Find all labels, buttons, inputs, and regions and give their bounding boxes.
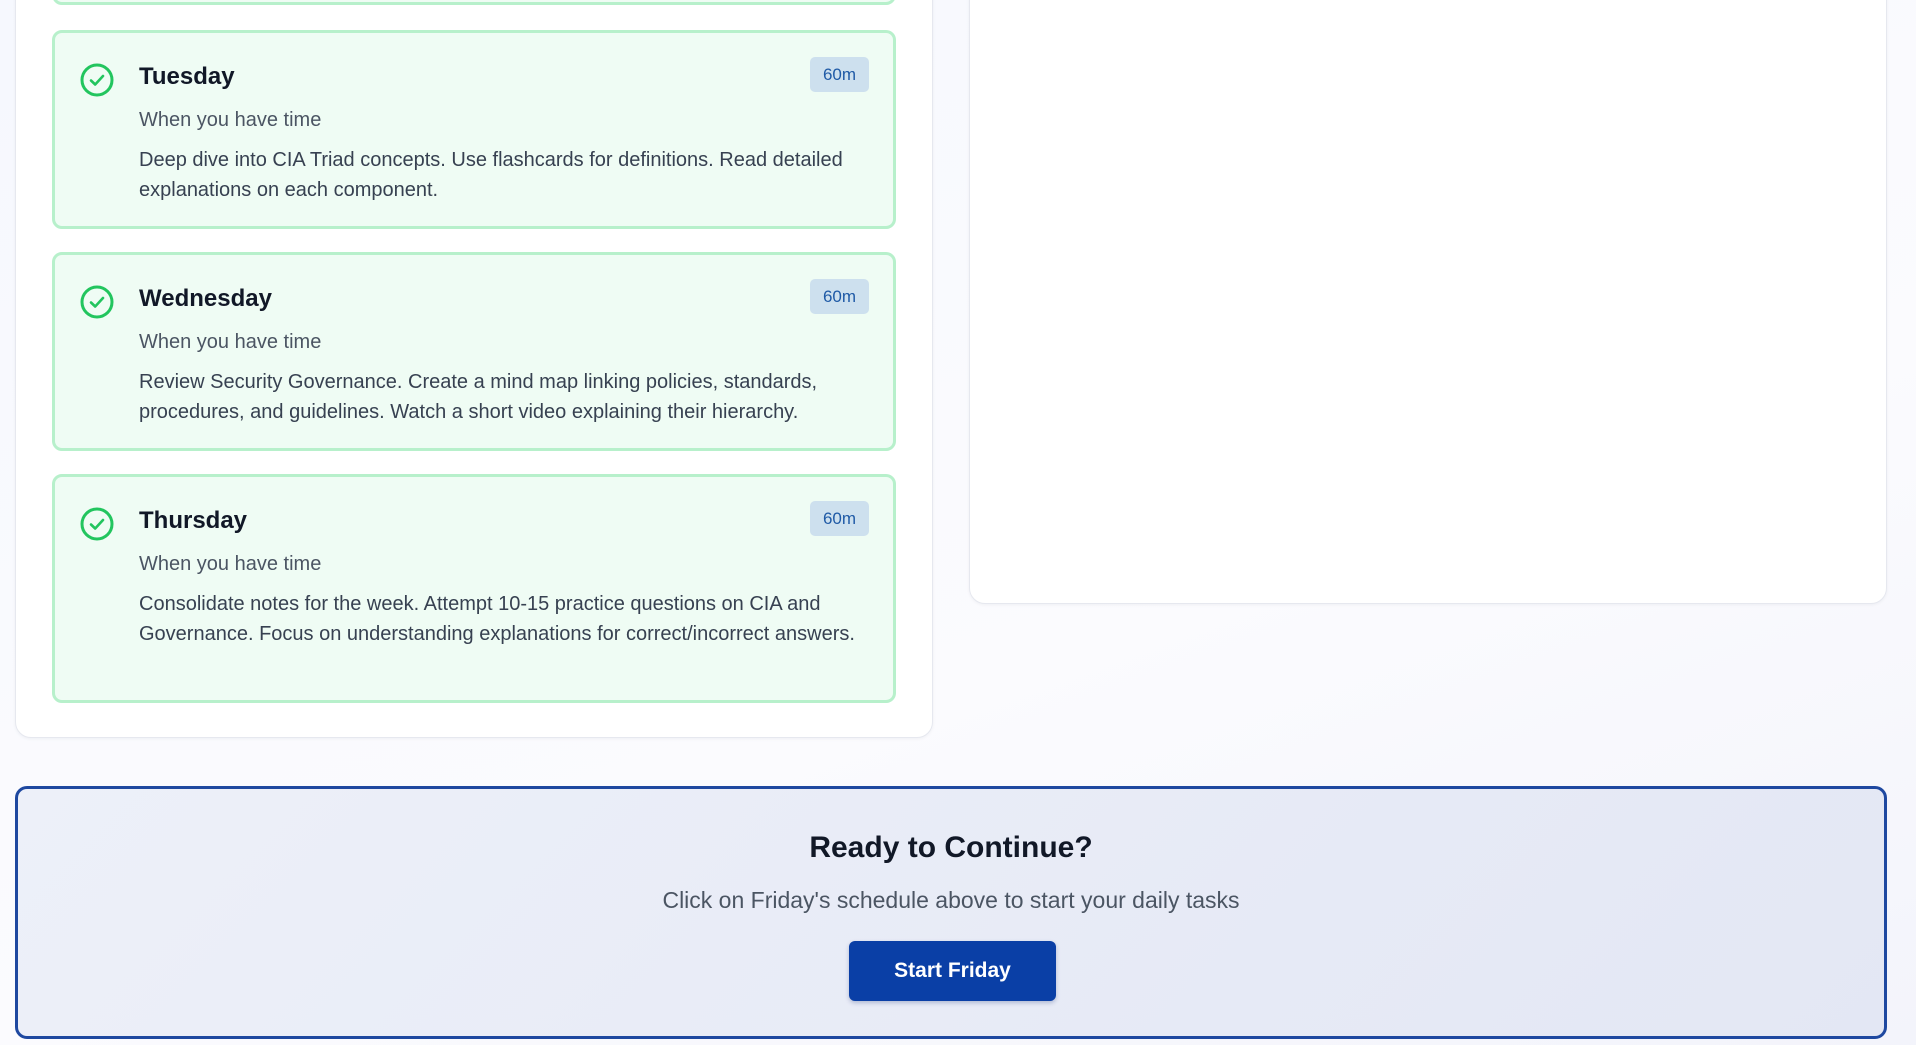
cta-text: Click on Friday's schedule above to star… [662,887,1240,913]
day-card-thursday[interactable]: Thursday 60m When you have time Consolid… [52,474,896,703]
day-description: Consolidate notes for the week. Attempt … [139,593,855,645]
day-title: Wednesday [139,285,272,312]
check-circle-icon [80,63,114,97]
day-description: Deep dive into CIA Triad concepts. Use f… [139,149,843,201]
day-subtitle: When you have time [139,331,322,353]
day-title: Thursday [139,507,248,534]
day-description: Review Security Governance. Create a min… [139,371,818,423]
check-circle-icon [80,507,114,541]
duration-badge: 60m [810,57,869,92]
day-subtitle: When you have time [139,553,322,575]
day-card-previous[interactable] [52,0,896,5]
day-subtitle: When you have time [139,109,322,131]
cta-title: Ready to Continue? [809,831,1093,864]
day-title: Tuesday [139,63,235,90]
start-friday-button[interactable]: Start Friday [849,941,1056,1001]
continue-callout: Ready to Continue? Click on Friday's sch… [15,786,1887,1039]
duration-badge: 60m [810,279,869,314]
day-card-tuesday[interactable]: Tuesday 60m When you have time Deep dive… [52,30,896,229]
day-card-wednesday[interactable]: Wednesday 60m When you have time Review … [52,252,896,451]
duration-badge: 60m [810,501,869,536]
side-panel [969,0,1887,604]
check-circle-icon [80,285,114,319]
